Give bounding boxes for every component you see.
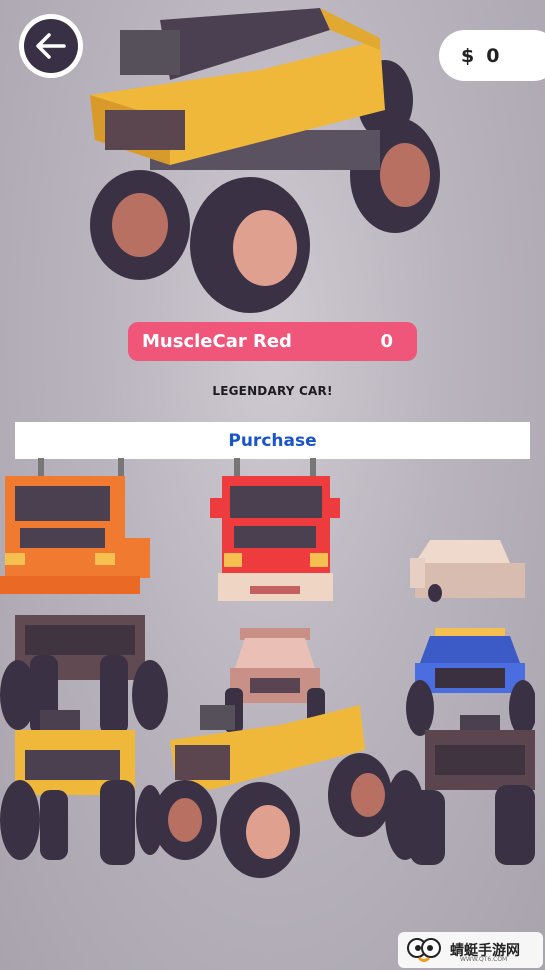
back-button[interactable] — [19, 14, 83, 78]
car-name: MuscleCar Red — [142, 331, 292, 352]
vehicle-orange-truck[interactable] — [0, 458, 160, 603]
car-count: 0 — [380, 331, 393, 352]
dragonfly-logo-icon — [407, 938, 441, 962]
car-name-bar: MuscleCar Red 0 — [128, 322, 417, 361]
vehicle-dark-monster-truck[interactable] — [385, 710, 545, 870]
watermark: 蜻蜓手游网 WWW.QT6.COM — [398, 932, 543, 968]
vehicle-beige-sedan[interactable] — [410, 538, 530, 603]
car-rarity-label: LEGENDARY CAR! — [212, 384, 333, 398]
money-amount: 0 — [486, 44, 500, 67]
vehicle-yellow-monster-truck-large[interactable] — [150, 700, 395, 880]
arrow-left-icon — [36, 33, 66, 59]
vehicle-red-truck[interactable] — [210, 458, 340, 608]
currency-symbol: $ — [461, 44, 475, 67]
back-button-inner — [24, 19, 78, 73]
purchase-button[interactable]: Purchase — [15, 422, 530, 459]
hero-car-image — [90, 8, 440, 313]
vehicle-yellow-monster-truck-small[interactable] — [0, 710, 165, 865]
watermark-url: WWW.QT6.COM — [460, 956, 508, 963]
money-display: $ 0 — [439, 30, 545, 81]
